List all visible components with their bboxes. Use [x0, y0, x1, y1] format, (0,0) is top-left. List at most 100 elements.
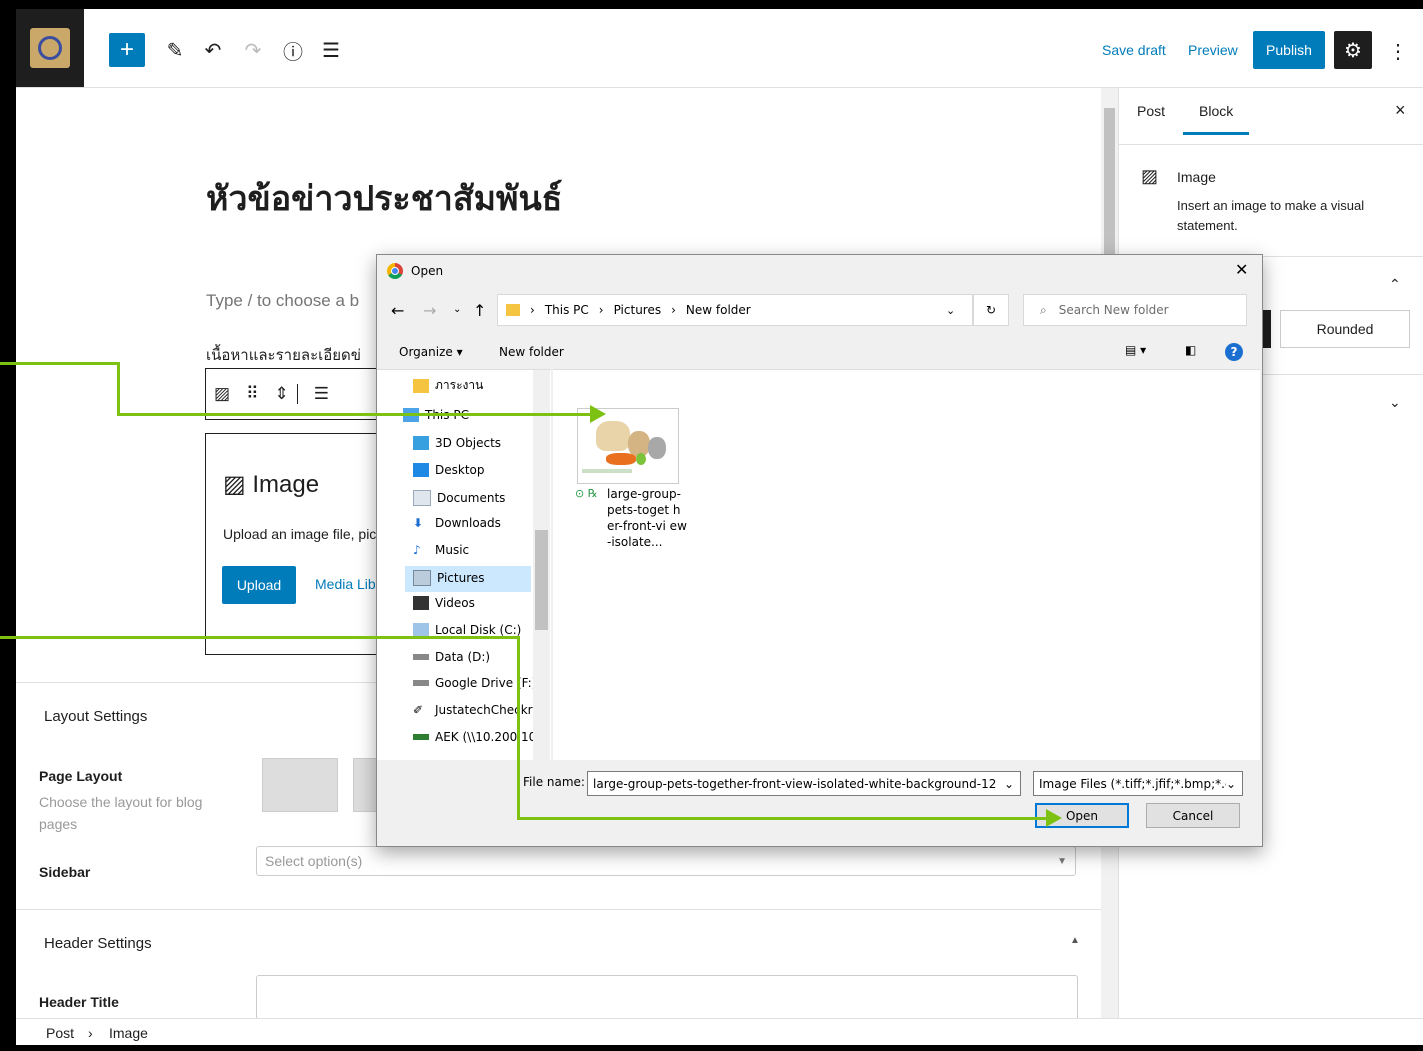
usb-icon: ✐ [413, 703, 424, 717]
header-settings-heading[interactable]: Header Settings [44, 935, 152, 952]
annotation-arrow-line [117, 362, 120, 416]
upload-button[interactable]: Upload [222, 566, 296, 604]
nav-item-documents[interactable]: Documents [413, 490, 505, 506]
drive-icon [413, 680, 429, 686]
tab-block[interactable]: Block [1183, 103, 1250, 135]
nav-item-downloads[interactable]: ⬇ Downloads [413, 516, 501, 530]
collapse-icon[interactable]: ▲ [1070, 935, 1080, 946]
file-open-dialog: Open ✕ ← → ⌄ ↑ › This PC › Pictures › Ne… [376, 254, 1263, 847]
page-layout-label: Page Layout [39, 768, 123, 784]
site-logo[interactable] [16, 9, 84, 87]
chevron-down-icon[interactable]: ⌄ [1225, 776, 1236, 791]
image-block-description: Upload an image file, pic [223, 526, 377, 542]
forward-arrow-icon[interactable]: → [423, 301, 436, 320]
tab-post[interactable]: Post [1137, 103, 1165, 119]
chevron-up-icon[interactable]: ⌃ [1389, 276, 1401, 293]
sidebar-select-placeholder: Select option(s) [265, 853, 363, 869]
nav-label: AEK (\\10.200.10 [435, 730, 537, 744]
file-name-label[interactable]: large-group-pets-toget her-front-vi ew-i… [607, 486, 687, 550]
chevron-down-icon[interactable]: ⌄ [1389, 394, 1401, 411]
path-separator: › [671, 303, 676, 317]
network-drive-icon [413, 734, 429, 740]
address-bar[interactable]: › This PC › Pictures › New folder ⌄ [497, 294, 973, 326]
nav-item-videos[interactable]: Videos [413, 596, 475, 610]
chevron-down-icon[interactable]: ⌄ [1003, 776, 1014, 791]
nav-label: Documents [437, 491, 506, 505]
layout-settings-heading[interactable]: Layout Settings [44, 708, 147, 725]
sidebar-label: Sidebar [39, 864, 91, 880]
up-arrow-icon[interactable]: ↑ [473, 301, 486, 320]
chevron-down-icon[interactable]: ⌄ [946, 304, 955, 317]
paragraph-block[interactable]: เนื้อหาและรายละเอียดข่ [206, 343, 361, 367]
preview-pane-icon[interactable]: ◧ [1185, 343, 1196, 357]
path-new-folder[interactable]: New folder [686, 303, 751, 317]
image-icon[interactable]: ▨ [206, 384, 238, 404]
redo-button[interactable]: ↷ [241, 33, 265, 67]
nav-label: Data (D:) [435, 650, 491, 664]
back-arrow-icon[interactable]: ← [391, 301, 404, 320]
scrollbar-thumb[interactable] [1104, 108, 1115, 268]
post-title[interactable]: หัวข้อข่าวประชาสัมพันธ์ [206, 171, 562, 225]
dialog-bottom-row: File name: large-group-pets-together-fro… [377, 759, 1262, 846]
refresh-button[interactable]: ↻ [973, 294, 1009, 326]
nav-item-workload[interactable]: ภาระงาน [413, 376, 483, 395]
nav-item-pictures[interactable]: Pictures [413, 570, 485, 586]
nav-item-music[interactable]: ♪ Music [413, 543, 469, 557]
recent-dropdown-icon[interactable]: ⌄ [453, 304, 461, 315]
publish-button[interactable]: Publish [1253, 31, 1325, 69]
nav-label: Downloads [435, 516, 501, 530]
style-rounded-option[interactable]: Rounded [1280, 310, 1410, 348]
more-options-button[interactable]: ⋮ [1388, 39, 1408, 64]
scrollbar-thumb[interactable] [535, 530, 548, 630]
nav-item-3d-objects[interactable]: 3D Objects [413, 436, 501, 450]
nav-scrollbar[interactable] [533, 370, 550, 760]
block-placeholder[interactable]: Type / to choose a b [206, 291, 359, 311]
nav-label: Google Drive (F:) [435, 676, 537, 690]
layout-option-full[interactable] [262, 758, 338, 812]
drag-handle-icon[interactable]: ⠿ [238, 384, 266, 404]
cube-icon [413, 436, 429, 450]
pencil-icon: ✎ [166, 39, 184, 62]
block-name: Image [1177, 169, 1216, 185]
breadcrumb-image[interactable]: Image [109, 1025, 148, 1041]
nav-item-desktop[interactable]: Desktop [413, 463, 485, 477]
cancel-button[interactable]: Cancel [1146, 803, 1240, 828]
sidebar-select[interactable]: Select option(s) ▼ [256, 846, 1076, 876]
info-button[interactable]: ⓘ [281, 33, 305, 67]
command-bar: Organize ▾ New folder ▤ ▾ ◧ ? [377, 339, 1262, 365]
new-folder-button[interactable]: New folder [499, 345, 564, 359]
align-icon[interactable]: ☰ [296, 384, 337, 404]
navigation-pane: ภาระงาน This PC 3D Objects Desktop Docum… [377, 369, 551, 760]
search-input[interactable]: ⌕ Search New folder [1023, 294, 1247, 326]
preview-link[interactable]: Preview [1188, 42, 1238, 58]
info-icon: ⓘ [283, 41, 303, 64]
edit-tool-button[interactable]: ✎ [163, 33, 187, 67]
save-draft-link[interactable]: Save draft [1102, 42, 1166, 58]
pet-cat-shape [648, 437, 666, 459]
path-pictures[interactable]: Pictures [614, 303, 662, 317]
close-icon[interactable]: ✕ [1235, 260, 1248, 279]
nav-label: Pictures [437, 571, 485, 585]
undo-button[interactable]: ↶ [201, 33, 225, 67]
document-icon [413, 490, 431, 506]
help-icon[interactable]: ? [1225, 343, 1243, 361]
path-separator: › [530, 303, 535, 317]
nav-item-local-disk[interactable]: Local Disk (C:) [413, 623, 521, 637]
move-updown-icon[interactable]: ⇕ [267, 384, 297, 404]
breadcrumb-post[interactable]: Post [46, 1025, 74, 1041]
add-block-button[interactable]: + [109, 33, 145, 67]
sync-status-icon: ⊙ ℞ [575, 487, 598, 500]
nav-item-justatech[interactable]: ✐ JustatechCheckr [413, 703, 533, 717]
nav-item-data-drive[interactable]: Data (D:) [413, 650, 490, 664]
close-icon[interactable]: × [1395, 100, 1406, 121]
list-view-button[interactable]: ☰ [319, 33, 343, 67]
file-name-input[interactable]: large-group-pets-together-front-view-iso… [587, 771, 1021, 796]
file-type-select[interactable]: Image Files (*.tiff;*.jfif;*.bmp;*.g ⌄ [1033, 771, 1243, 796]
file-type-value: Image Files (*.tiff;*.jfif;*.bmp;*.g [1039, 776, 1233, 791]
settings-button[interactable]: ⚙ [1334, 31, 1372, 69]
path-this-pc[interactable]: This PC [545, 303, 589, 317]
annotation-arrow-line [117, 413, 595, 416]
organize-button[interactable]: Organize ▾ [399, 345, 463, 359]
view-options-icon[interactable]: ▤ ▾ [1125, 343, 1146, 357]
media-library-link[interactable]: Media Lib [315, 576, 376, 592]
